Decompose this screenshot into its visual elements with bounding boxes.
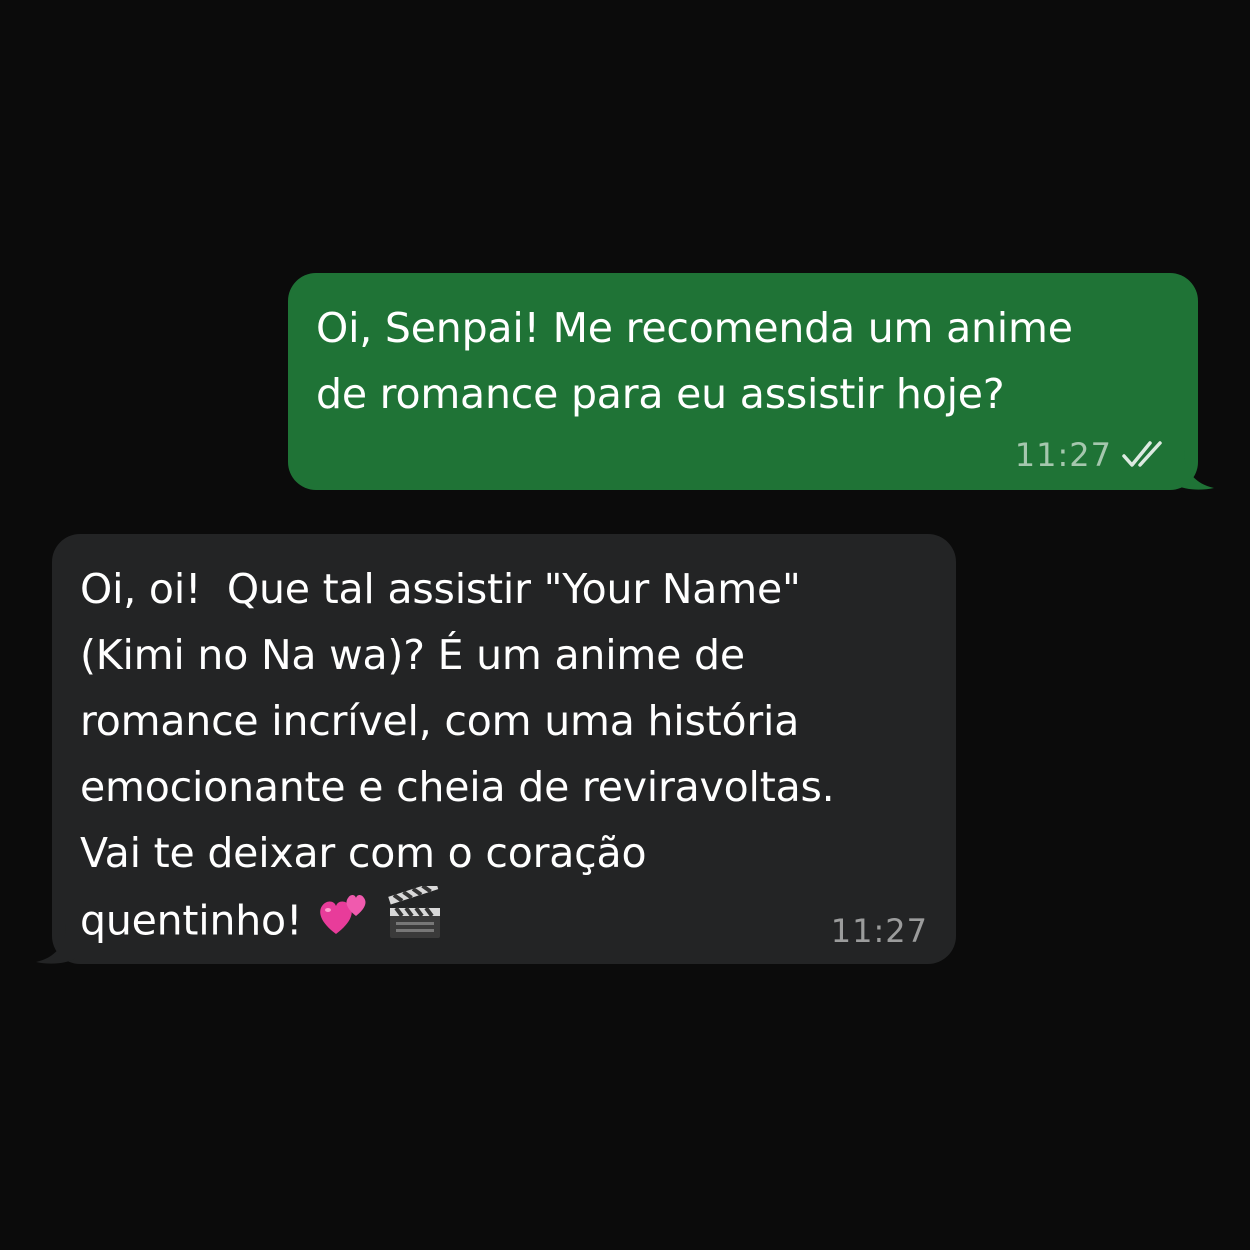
bubble-tail bbox=[36, 924, 76, 964]
chat-conversation: Oi, Senpai! Me recomenda um anime de rom… bbox=[0, 0, 1250, 1250]
message-line: emocionante e cheia de reviravoltas. bbox=[80, 763, 835, 811]
clapper-board-icon bbox=[386, 881, 444, 961]
message-line: romance incrível, com uma história bbox=[80, 697, 800, 745]
message-time: 11:27 bbox=[1014, 436, 1112, 474]
two-hearts-icon bbox=[316, 886, 372, 961]
message-time: 11:27 bbox=[830, 912, 928, 950]
message-line: (Kimi no Na wa)? É um anime de bbox=[80, 631, 745, 679]
message-text: Oi, oi! Que tal assistir "Your Name" (Ki… bbox=[80, 556, 926, 961]
incoming-message-bubble[interactable]: Oi, oi! Que tal assistir "Your Name" (Ki… bbox=[36, 534, 956, 964]
message-line: Oi, Senpai! Me recomenda um anime bbox=[316, 304, 1073, 352]
double-check-icon bbox=[1122, 441, 1162, 467]
outgoing-message-bubble[interactable]: Oi, Senpai! Me recomenda um anime de rom… bbox=[288, 273, 1214, 490]
message-meta: 11:27 bbox=[831, 912, 928, 950]
bubble-tail bbox=[1174, 450, 1214, 490]
message-line: quentinho! bbox=[80, 896, 303, 945]
message-line: de romance para eu assistir hoje? bbox=[316, 370, 1005, 418]
message-meta: 11:27 bbox=[1015, 436, 1170, 474]
message-text: Oi, Senpai! Me recomenda um anime de rom… bbox=[316, 295, 1168, 427]
message-line: Oi, oi! Que tal assistir "Your Name" bbox=[80, 565, 801, 613]
message-line: Vai te deixar com o coração bbox=[80, 829, 647, 877]
